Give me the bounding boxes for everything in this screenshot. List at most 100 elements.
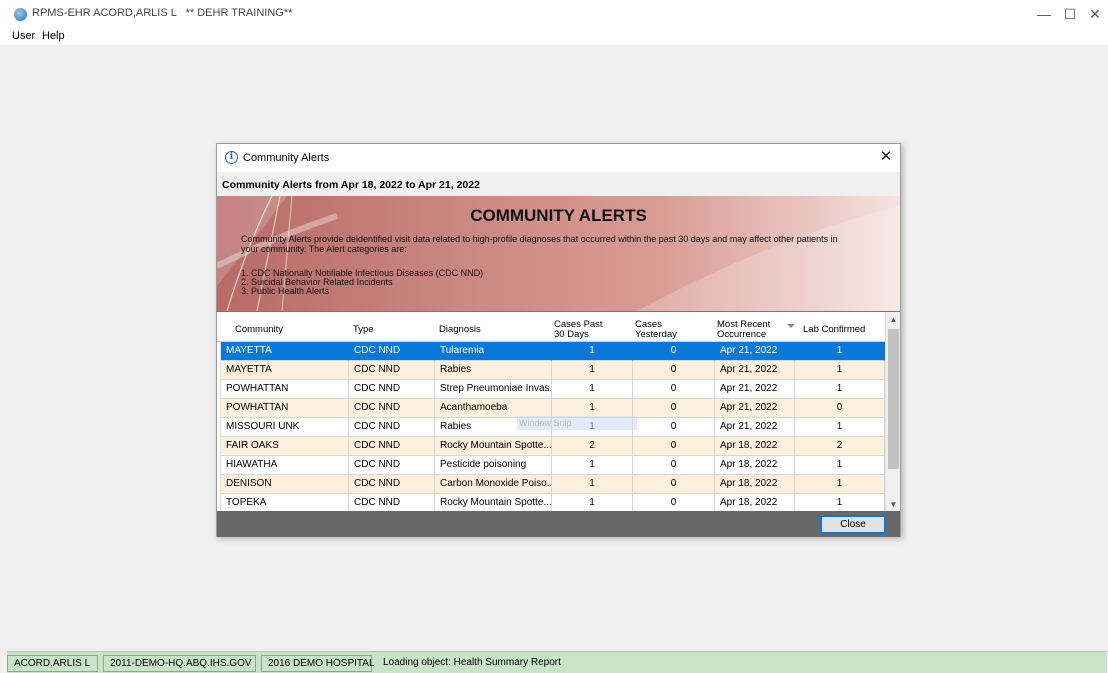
cell-diagnosis: Rocky Mountain Spotte... [435, 437, 552, 456]
cell-cases-30: 1 [552, 361, 633, 380]
cell-most-recent: Apr 21, 2022 [715, 361, 795, 380]
table-row[interactable]: MAYETTA CDC NND Tularemia 1 0 Apr 21, 2022 1 [221, 342, 885, 361]
date-range-header: Community Alerts from Apr 18, 2022 to Ap… [217, 172, 900, 196]
app-globe-icon [14, 8, 27, 21]
status-server[interactable]: 2011-DEMO-HQ.ABQ.IHS.GOV [103, 655, 256, 672]
col-header-most-recent[interactable]: Most Recent Occurrence [717, 312, 792, 342]
cell-type: CDC NND [349, 342, 435, 361]
cell-lab-confirmed: 1 [795, 475, 885, 494]
table-row[interactable]: HIAWATHA CDC NND Pesticide poisoning 1 0 Apr … [221, 456, 885, 475]
cell-type: CDC NND [349, 361, 435, 380]
alert-category-list: 1. CDC Nationally Notifiable Infectious … [241, 268, 483, 297]
cell-lab-confirmed: 1 [795, 380, 885, 399]
cell-diagnosis: Rocky Mountain Spotte... [435, 494, 552, 511]
alert-category-item: 3. Public Health Alerts [241, 286, 330, 297]
cell-cases-yesterday: 0 [633, 342, 715, 361]
cell-diagnosis: Tularemia [435, 342, 552, 361]
col-header-type[interactable]: Type [353, 312, 433, 342]
cell-community: POWHATTAN [221, 380, 349, 399]
col-header-lab-confirmed[interactable]: Lab Confirmed [803, 312, 883, 342]
cell-cases-yesterday: 0 [633, 456, 715, 475]
table-row[interactable]: MAYETTA CDC NND Rabies 1 0 Apr 21, 2022 1 [221, 361, 885, 380]
cell-community: HIAWATHA [221, 456, 349, 475]
cell-type: CDC NND [349, 456, 435, 475]
status-message: Loading object: Health Summary Report [377, 655, 677, 672]
grid-header: Community Type Diagnosis Cases Past 30 Da… [217, 312, 885, 342]
cell-cases-30: 1 [552, 456, 633, 475]
scroll-down-icon[interactable]: ▼ [886, 497, 900, 511]
status-bar: ACORD,ARLIS L 2011-DEMO-HQ.ABQ.IHS.GOV 2… [7, 651, 1107, 673]
info-icon: i [225, 151, 238, 164]
table-row[interactable]: FAIR OAKS CDC NND Rocky Mountain Spotte...… [221, 437, 885, 456]
sort-descending-icon [787, 324, 795, 328]
app-title: RPMS-EHR ACORD,ARLIS L ** DEHR TRAINING*… [32, 7, 293, 19]
menu-user[interactable]: User [12, 30, 35, 42]
cell-cases-yesterday: 0 [633, 418, 715, 437]
cell-lab-confirmed: 2 [795, 437, 885, 456]
community-alerts-dialog: i Community Alerts ✕ Community Alerts fr… [216, 143, 901, 537]
cell-community: TOPEKA [221, 494, 349, 511]
banner-description: Community Alerts provide deidentified vi… [241, 234, 838, 254]
cell-type: CDC NND [349, 437, 435, 456]
cell-diagnosis: Carbon Monoxide Poiso... [435, 475, 552, 494]
cell-lab-confirmed: 1 [795, 361, 885, 380]
cell-community: POWHATTAN [221, 399, 349, 418]
cell-lab-confirmed: 1 [795, 456, 885, 475]
col-header-cases-yesterday[interactable]: Cases Yesterday [635, 312, 710, 342]
cell-lab-confirmed: 1 [795, 494, 885, 511]
close-button[interactable]: Close [820, 515, 886, 534]
cell-cases-yesterday: 0 [633, 380, 715, 399]
dialog-close-icon[interactable]: ✕ [877, 148, 895, 166]
status-user[interactable]: ACORD,ARLIS L [7, 655, 98, 672]
table-row[interactable]: DENISON CDC NND Carbon Monoxide Poiso... 1 0… [221, 475, 885, 494]
col-header-diagnosis[interactable]: Diagnosis [439, 312, 549, 342]
scroll-up-icon[interactable]: ▲ [886, 312, 900, 327]
status-facility[interactable]: 2016 DEMO HOSPITAL [261, 655, 375, 672]
cell-community: FAIR OAKS [221, 437, 349, 456]
col-header-community[interactable]: Community [235, 312, 345, 342]
cell-most-recent: Apr 21, 2022 [715, 418, 795, 437]
title-bar: RPMS-EHR ACORD,ARLIS L ** DEHR TRAINING*… [0, 0, 1108, 28]
cell-type: CDC NND [349, 418, 435, 437]
cell-lab-confirmed: 0 [795, 399, 885, 418]
maximize-button[interactable]: ☐ [1060, 5, 1080, 23]
scroll-thumb[interactable] [888, 329, 899, 469]
table-row[interactable]: POWHATTAN CDC NND Strep Pneumoniae Invas..… [221, 380, 885, 399]
minimize-button[interactable]: — [1034, 5, 1054, 23]
cell-cases-30: 2 [552, 437, 633, 456]
cell-cases-yesterday: 0 [633, 361, 715, 380]
col-header-cases-past-30[interactable]: Cases Past 30 Days [554, 312, 629, 342]
cell-lab-confirmed: 1 [795, 418, 885, 437]
cell-cases-yesterday: 0 [633, 399, 715, 418]
cell-most-recent: Apr 18, 2022 [715, 437, 795, 456]
cell-diagnosis: Strep Pneumoniae Invas... [435, 380, 552, 399]
cell-most-recent: Apr 21, 2022 [715, 399, 795, 418]
cell-diagnosis: Pesticide poisoning [435, 456, 552, 475]
menu-help[interactable]: Help [42, 30, 65, 42]
alerts-grid: Community Type Diagnosis Cases Past 30 Da… [217, 311, 900, 511]
cell-community: DENISON [221, 475, 349, 494]
alerts-banner: COMMUNITY ALERTS Community Alerts provid… [217, 196, 900, 311]
cell-most-recent: Apr 18, 2022 [715, 456, 795, 475]
cell-cases-yesterday: 0 [633, 475, 715, 494]
window-snip-overlay: Window Snip [517, 416, 637, 430]
cell-community: MAYETTA [221, 342, 349, 361]
cell-lab-confirmed: 1 [795, 342, 885, 361]
cell-type: CDC NND [349, 494, 435, 511]
vertical-scrollbar[interactable]: ▲ ▼ [885, 312, 900, 511]
cell-diagnosis: Rabies [435, 361, 552, 380]
cell-most-recent: Apr 18, 2022 [715, 475, 795, 494]
cell-cases-30: 1 [552, 494, 633, 511]
table-row[interactable]: TOPEKA CDC NND Rocky Mountain Spotte... 1 0 A… [221, 494, 885, 511]
cell-type: CDC NND [349, 399, 435, 418]
close-window-button[interactable]: ✕ [1085, 5, 1105, 23]
cell-most-recent: Apr 18, 2022 [715, 494, 795, 511]
dialog-title-bar: i Community Alerts ✕ [217, 144, 900, 172]
cell-cases-yesterday: 0 [633, 437, 715, 456]
cell-most-recent: Apr 21, 2022 [715, 342, 795, 361]
cell-type: CDC NND [349, 380, 435, 399]
cell-most-recent: Apr 21, 2022 [715, 380, 795, 399]
cell-community: MAYETTA [221, 361, 349, 380]
cell-cases-yesterday: 0 [633, 494, 715, 511]
banner-heading: COMMUNITY ALERTS [470, 206, 647, 225]
